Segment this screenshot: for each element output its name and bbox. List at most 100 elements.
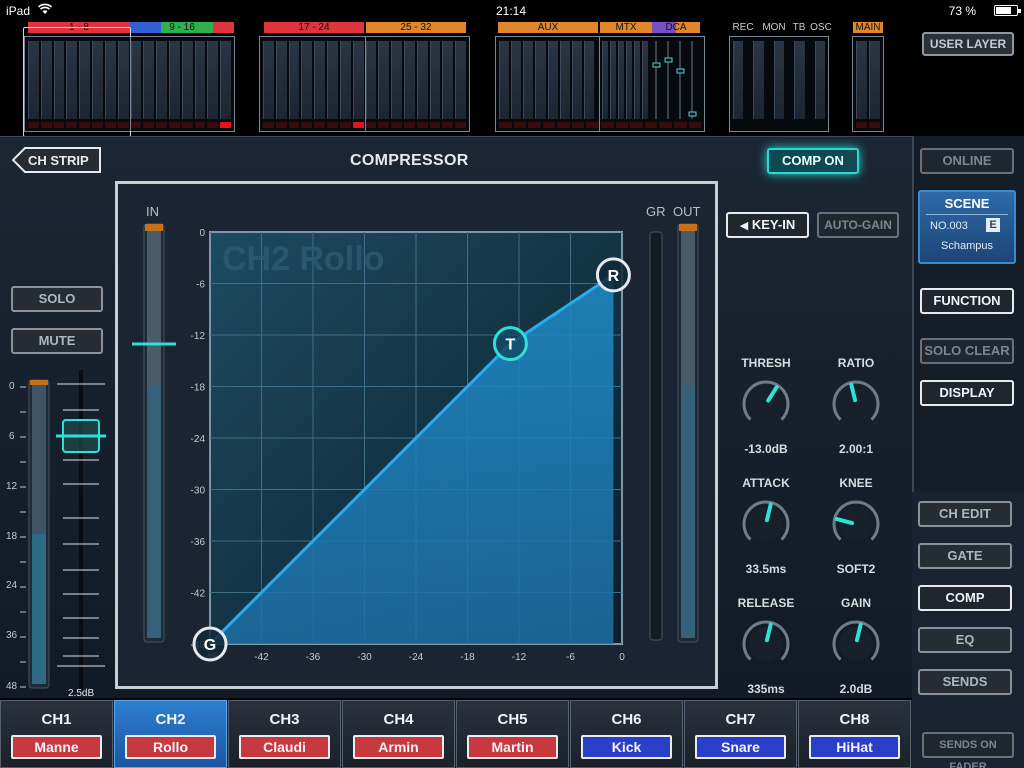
scene-edit-badge: E bbox=[986, 218, 1000, 232]
scene-divider bbox=[926, 214, 1008, 215]
out-label: OUT bbox=[673, 204, 701, 219]
ch-strip-button[interactable]: CH STRIP bbox=[12, 147, 102, 173]
knob-gain[interactable] bbox=[828, 616, 884, 672]
channel-select-8[interactable]: CH8 HiHat bbox=[798, 700, 911, 768]
ch-strip-label: CH STRIP bbox=[28, 153, 89, 168]
user-layer-button[interactable]: USER LAYER bbox=[922, 32, 1014, 56]
channel-select-5[interactable]: CH5 Martin bbox=[456, 700, 569, 768]
channel-select-7[interactable]: CH7 Snare bbox=[684, 700, 797, 768]
meter-bank-aux-mtx-dca[interactable] bbox=[495, 36, 705, 132]
auto-gain-button[interactable]: AUTO-GAIN bbox=[817, 212, 899, 238]
online-button[interactable]: ONLINE bbox=[920, 148, 1014, 174]
channel-number: CH2 bbox=[155, 711, 186, 728]
channel-number: CH6 bbox=[611, 711, 642, 728]
scene-number: NO.003 bbox=[930, 220, 968, 232]
meter-label-osc: OSC bbox=[810, 22, 832, 33]
channel-select-4[interactable]: CH4 Armin bbox=[342, 700, 455, 768]
transfer-curve-chart[interactable]: CH2 Rollo 0-6-12-18-24-30-36-42-48 -48-4… bbox=[180, 222, 640, 668]
knob-thresh[interactable] bbox=[738, 376, 794, 432]
fader-handle[interactable] bbox=[56, 419, 106, 453]
channel-name: Armin bbox=[353, 735, 444, 759]
gate-button[interactable]: GATE bbox=[918, 543, 1012, 569]
knob-label: THRESH bbox=[741, 356, 791, 370]
channel-name: Kick bbox=[581, 735, 672, 759]
meter-label-aux: AUX bbox=[498, 22, 598, 33]
meter-label-tb: TB bbox=[792, 22, 806, 33]
fader-value: 2.5dB bbox=[68, 688, 95, 699]
device-name: iPad bbox=[6, 4, 31, 18]
scene-name: Schampus bbox=[941, 240, 993, 252]
gr-label: GR bbox=[646, 204, 666, 219]
x-tick-label: -6 bbox=[566, 652, 575, 663]
meter-label-dca: DCA bbox=[652, 22, 700, 33]
channel-bar: CH1 Manne CH2 Rollo CH3 Claudi CH4 Armin CH5 Mart… bbox=[0, 700, 912, 768]
channel-select-1[interactable]: CH1 Manne bbox=[0, 700, 113, 768]
channel-number: CH8 bbox=[839, 711, 870, 728]
channel-select-6[interactable]: CH6 Kick bbox=[570, 700, 683, 768]
x-tick-label: -24 bbox=[409, 652, 424, 663]
function-button[interactable]: FUNCTION bbox=[920, 288, 1014, 314]
knob-value: 335ms bbox=[747, 682, 785, 696]
in-label: IN bbox=[146, 204, 159, 219]
scene-panel[interactable]: SCENE NO.003 E Schampus bbox=[918, 190, 1016, 264]
channel-number: CH4 bbox=[383, 711, 414, 728]
knob-label: ATTACK bbox=[742, 476, 790, 490]
knob-label: GAIN bbox=[841, 596, 871, 610]
handle-label: T bbox=[506, 337, 516, 354]
y-tick-label: -42 bbox=[191, 589, 206, 600]
comp-button[interactable]: COMP bbox=[918, 585, 1012, 611]
battery-icon bbox=[994, 5, 1021, 16]
sends-on-fader-button[interactable]: SENDS ON FADER bbox=[922, 732, 1014, 768]
channel-name: Manne bbox=[11, 735, 102, 759]
comp-on-button[interactable]: COMP ON bbox=[767, 148, 859, 174]
knob-attack[interactable] bbox=[738, 496, 794, 552]
channel-number: CH1 bbox=[41, 711, 72, 728]
dca-faders bbox=[652, 41, 697, 119]
page-title: COMPRESSOR bbox=[350, 152, 469, 169]
knob-value: 33.5ms bbox=[745, 562, 787, 576]
ch-edit-button[interactable]: CH EDIT bbox=[918, 501, 1012, 527]
handle-label: R bbox=[608, 268, 620, 285]
knob-value: 2.0dB bbox=[839, 682, 873, 696]
channel-select-2[interactable]: CH2 Rollo bbox=[114, 700, 227, 768]
meter-label-9-16: 9 - 16 bbox=[130, 22, 234, 33]
channel-select-3[interactable]: CH3 Claudi bbox=[228, 700, 341, 768]
solo-clear-button[interactable]: SOLO CLEAR bbox=[920, 338, 1014, 364]
meter-label-rec: REC bbox=[732, 22, 754, 33]
solo-button[interactable]: SOLO bbox=[11, 286, 103, 312]
threshold-handle[interactable]: T bbox=[492, 326, 528, 362]
knob-ratio[interactable] bbox=[828, 376, 884, 432]
meter-label-17-24: 17 - 24 bbox=[264, 22, 364, 33]
fader-area bbox=[20, 370, 106, 690]
display-button[interactable]: DISPLAY bbox=[920, 380, 1014, 406]
meter-label-mon: MON bbox=[762, 22, 786, 33]
meter-bank-1-16[interactable] bbox=[23, 27, 235, 137]
knob-label: RATIO bbox=[837, 356, 875, 370]
handle-label: G bbox=[204, 637, 216, 654]
meter-label-25-32: 25 - 32 bbox=[366, 22, 466, 33]
eq-button[interactable]: EQ bbox=[918, 627, 1012, 653]
scene-title: SCENE bbox=[944, 196, 990, 211]
mute-button[interactable]: MUTE bbox=[11, 328, 103, 354]
knob-release[interactable] bbox=[738, 616, 794, 672]
meter-bank-main[interactable] bbox=[852, 36, 884, 132]
knob-value: 2.00:1 bbox=[838, 442, 874, 456]
ratio-handle[interactable]: R bbox=[595, 257, 631, 293]
x-tick-label: -12 bbox=[512, 652, 527, 663]
input-meter bbox=[132, 223, 176, 643]
knob-knee[interactable] bbox=[828, 496, 884, 552]
y-tick-label: -24 bbox=[191, 434, 206, 445]
meter-bank-monitor[interactable] bbox=[729, 36, 829, 132]
gate-handle[interactable]: G bbox=[192, 626, 228, 662]
key-in-label: KEY-IN bbox=[751, 217, 796, 232]
sends-button[interactable]: SENDS bbox=[918, 669, 1012, 695]
channel-number: CH7 bbox=[725, 711, 756, 728]
meter-strip: 1 - 8 9 - 16 17 - 24 25 - 32 AUX MTX DCA… bbox=[0, 22, 1024, 137]
channel-number: CH5 bbox=[497, 711, 528, 728]
knob-label: RELEASE bbox=[737, 596, 795, 610]
key-in-button[interactable]: ◀ KEY-IN bbox=[726, 212, 809, 238]
meter-bank-17-32[interactable] bbox=[259, 36, 470, 132]
meter-label-mtx: MTX bbox=[600, 22, 652, 33]
channel-name: Claudi bbox=[239, 735, 330, 759]
channel-watermark: CH2 Rollo bbox=[222, 240, 384, 278]
